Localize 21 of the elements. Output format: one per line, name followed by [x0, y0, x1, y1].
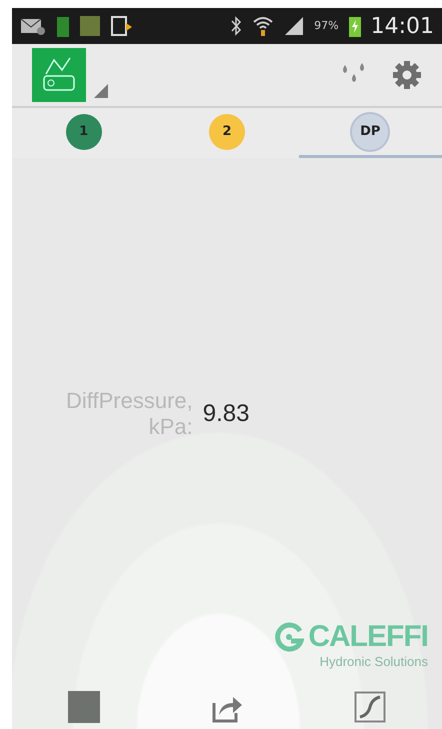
curve-button[interactable] — [354, 691, 386, 723]
battery-icon — [348, 15, 361, 37]
tab-badge[interactable]: 2 — [208, 114, 245, 150]
battery-percent: 97% — [314, 18, 339, 34]
logo-name: CALEFFI — [308, 622, 428, 652]
clock-time: 14:01 — [370, 12, 434, 40]
wifi-icon — [252, 15, 274, 37]
tab-badge[interactable]: 1 — [66, 114, 102, 150]
logo-mark-icon — [274, 622, 304, 652]
bluetooth-icon — [230, 16, 242, 36]
reading-value: 9.83 — [202, 399, 250, 430]
settings-icon[interactable] — [392, 60, 422, 90]
tab[interactable]: 1 — [12, 108, 156, 158]
dropdown-corner-icon[interactable] — [94, 84, 108, 98]
app-logo-icon[interactable] — [32, 48, 86, 102]
mail-icon — [20, 16, 46, 36]
device-icon — [110, 15, 134, 37]
signal-icon — [284, 16, 304, 36]
tab[interactable]: 2 — [155, 108, 299, 158]
tab-badge[interactable]: DP — [352, 114, 388, 150]
logo-tagline: Hydronic Solutions — [318, 652, 428, 671]
